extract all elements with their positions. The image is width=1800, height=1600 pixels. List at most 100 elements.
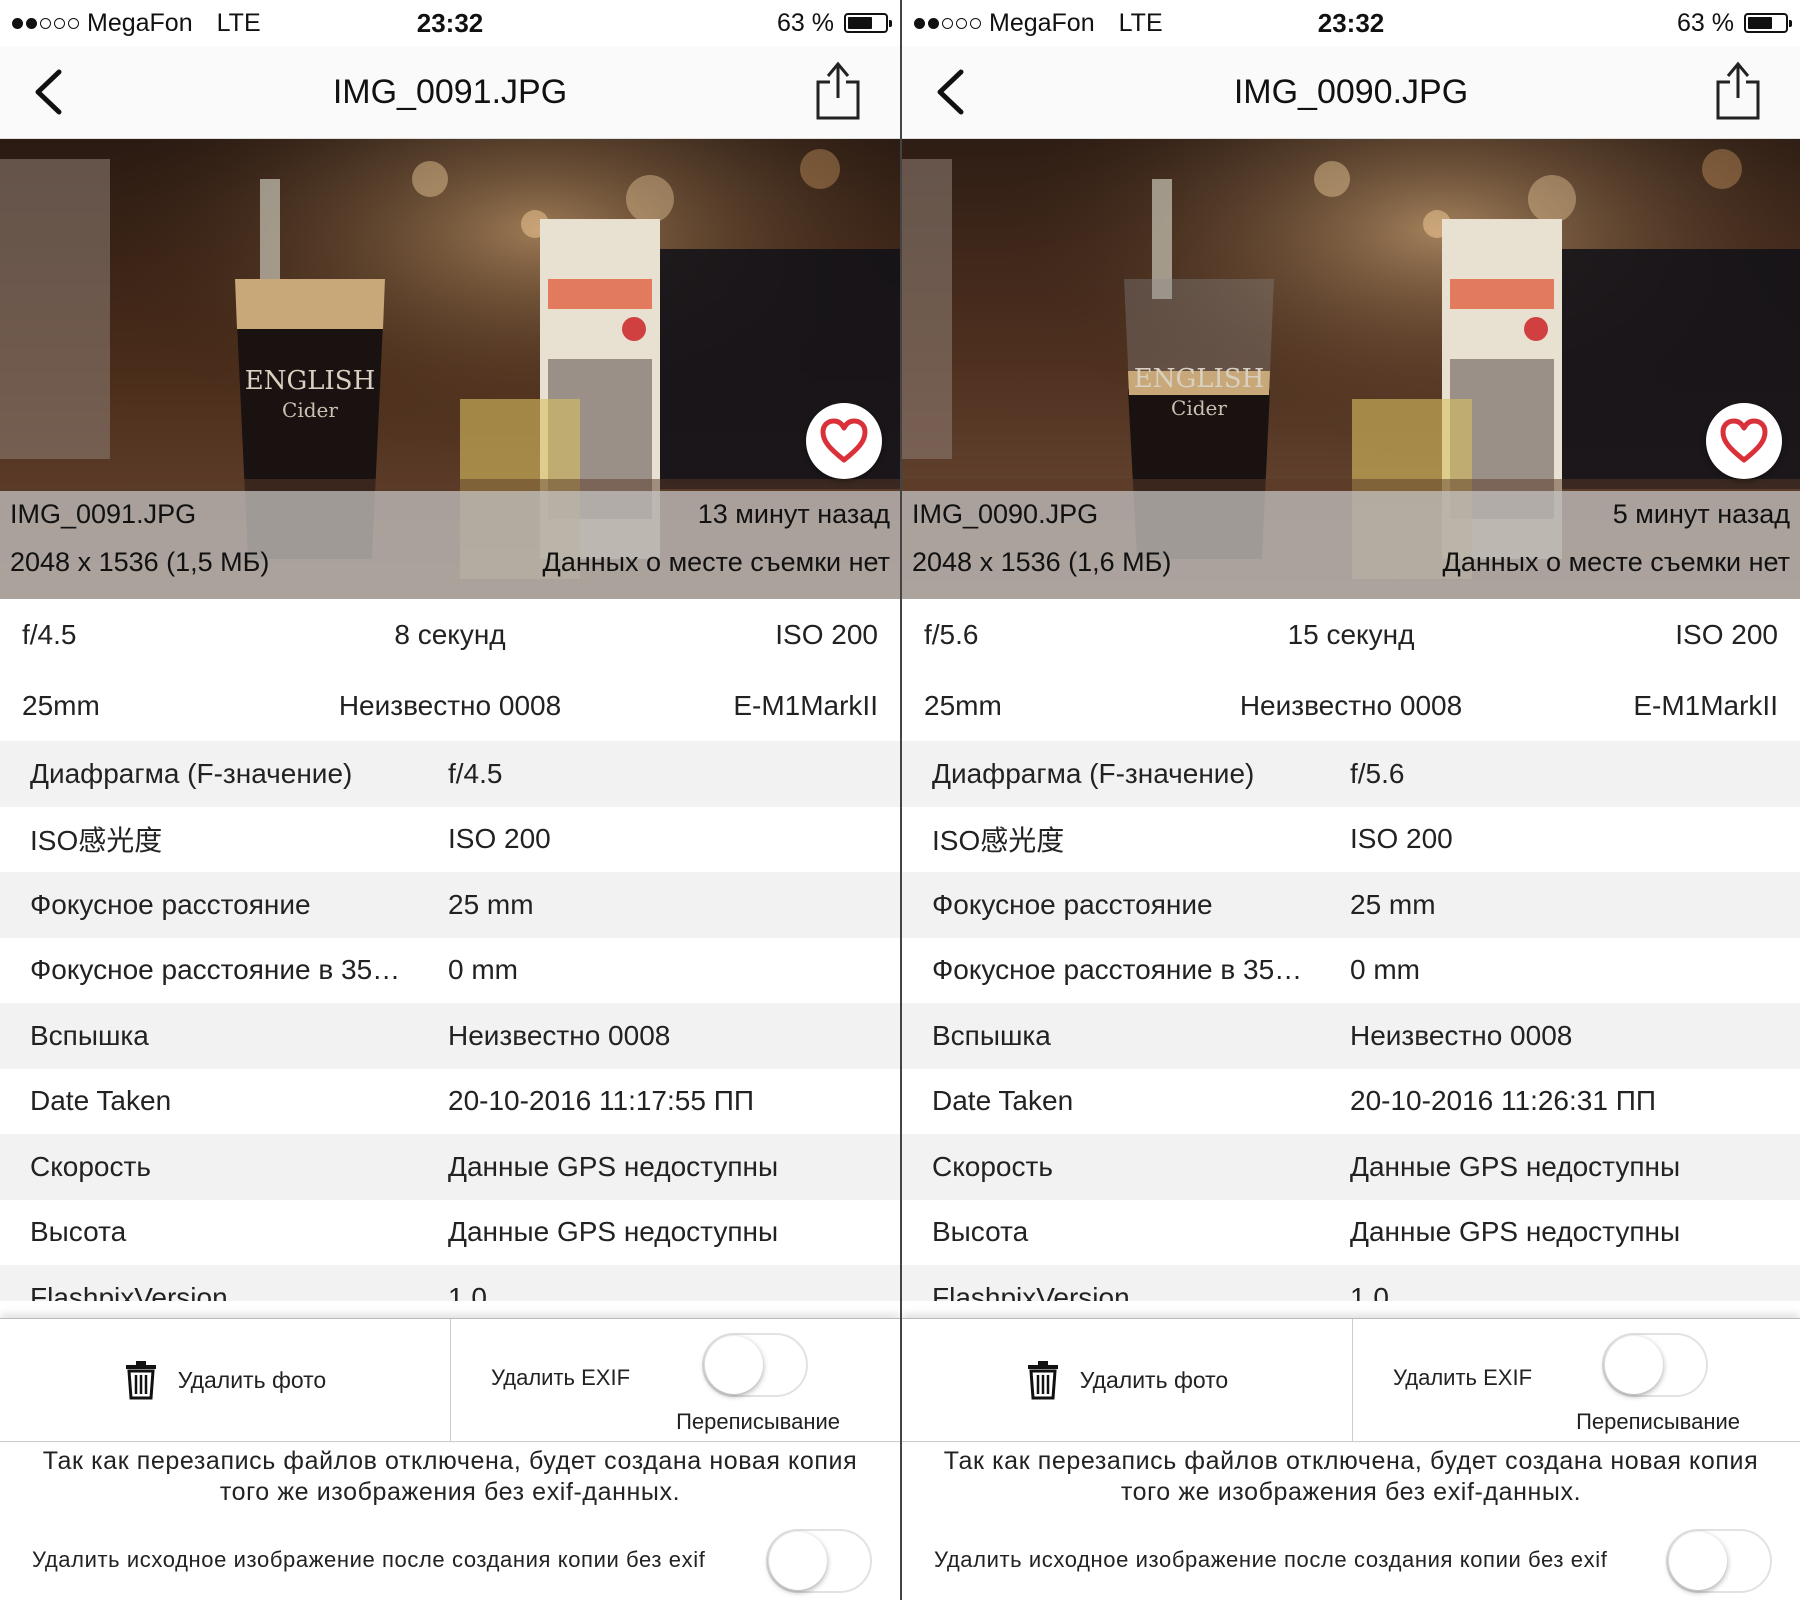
delete-original-toggle[interactable] (1666, 1529, 1772, 1593)
delete-photo-button[interactable]: Удалить фото (0, 1319, 451, 1441)
nav-title: IMG_0091.JPG (332, 72, 568, 111)
signal-strength-icon (12, 17, 79, 29)
summary-iso: ISO 200 (1675, 619, 1778, 650)
photo-file-name: IMG_0091.JPG (10, 499, 197, 529)
exif-value: 20-10-2016 11:26:31 ПП (1350, 1085, 1656, 1117)
battery-icon (1744, 13, 1792, 33)
exif-table[interactable]: Диафрагма (F-значение) f/5.6 ISO感光度 ISO 20… (902, 741, 1800, 1301)
favorite-button[interactable] (806, 403, 882, 479)
exif-row-flash: Вспышка Неизвестно 0008 (0, 1003, 900, 1069)
navigation-bar: IMG_0090.JPG (902, 46, 1800, 139)
battery-icon (844, 13, 892, 33)
delete-exif-section: Удалить EXIF Переписывание (451, 1319, 900, 1441)
exif-key: Фокусное расстояние (932, 888, 1213, 920)
heart-icon (820, 418, 868, 463)
exif-row-altitude: Высота Данные GPS недоступны (0, 1199, 900, 1265)
exif-row-speed: Скорость Данные GPS недоступны (902, 1134, 1800, 1200)
exif-row-altitude: Высота Данные GPS недоступны (902, 1199, 1800, 1265)
summary-exposure: 8 секунд (394, 619, 506, 650)
action-bar: Удалить фото Удалить EXIF Переписывание (902, 1318, 1800, 1442)
status-bar: MegaFon LTE 23:32 63 % (902, 0, 1800, 46)
rewrite-toggle[interactable] (702, 1333, 808, 1397)
back-button[interactable] (924, 66, 976, 118)
photo-info-overlay: IMG_0090.JPG 5 минут назад 2048 x 1536 (… (902, 491, 1800, 599)
summary-flash: Неизвестно 0008 (1239, 690, 1463, 721)
exif-key: ISO感光度 (30, 825, 163, 857)
exif-row-iso: ISO感光度 ISO 200 (902, 806, 1800, 872)
rewrite-label: Переписывание (1576, 1409, 1740, 1434)
exif-value: 1.0 (448, 1281, 487, 1301)
carrier-name: MegaFon (87, 8, 193, 37)
phone-screen-right: MegaFon LTE 23:32 63 % IMG_0090.JPG ENGL… (900, 0, 1800, 1600)
exif-value: 0 mm (448, 954, 518, 986)
exif-key: Скорость (30, 1150, 151, 1182)
delete-exif-button[interactable]: Удалить EXIF (1393, 1365, 1532, 1391)
exif-key: Высота (932, 1216, 1029, 1248)
exif-row-focal-length-35mm: Фокусное расстояние в 35 м... 0 mm (0, 937, 900, 1003)
action-bar: Удалить фото Удалить EXIF Переписывание (0, 1318, 900, 1442)
photo-location: Данных о месте съемки нет (542, 547, 890, 577)
svg-text:Cider: Cider (1171, 396, 1227, 420)
delete-photo-button[interactable]: Удалить фото (902, 1319, 1353, 1441)
exif-key: Высота (30, 1216, 127, 1248)
exif-value: ISO 200 (448, 823, 551, 855)
info-text: Так как перезапись файлов отключена, буд… (42, 1447, 858, 1506)
exif-key: Диафрагма (F-значение) (30, 757, 353, 789)
delete-original-toggle[interactable] (766, 1529, 872, 1593)
exif-value: 1.0 (1350, 1281, 1389, 1301)
exif-value: 20-10-2016 11:17:55 ПП (448, 1085, 754, 1117)
exif-table[interactable]: Диафрагма (F-значение) f/4.5 ISO感光度 ISO 20… (0, 741, 900, 1301)
summary-camera: E-M1MarkII (1633, 690, 1778, 721)
exif-value: Неизвестно 0008 (1350, 1019, 1573, 1051)
exif-row-flash: Вспышка Неизвестно 0008 (902, 1003, 1800, 1069)
exif-key: Фокусное расстояние в 35 м... (30, 954, 418, 986)
navigation-bar: IMG_0091.JPG (0, 46, 900, 139)
exif-value: Данные GPS недоступны (1350, 1150, 1681, 1182)
exif-value: Данные GPS недоступны (448, 1150, 779, 1182)
exif-value: f/4.5 (448, 757, 503, 789)
summary-focal-length: 25mm (22, 690, 100, 721)
exif-value: Данные GPS недоступны (448, 1216, 779, 1248)
exif-row-aperture: Диафрагма (F-значение) f/4.5 (0, 741, 900, 807)
favorite-button[interactable] (1706, 403, 1782, 479)
summary-iso: ISO 200 (775, 619, 878, 650)
exif-key: Фокусное расстояние в 35 м... (932, 954, 1320, 986)
summary-flash: Неизвестно 0008 (338, 690, 562, 721)
exif-key: Вспышка (932, 1019, 1051, 1051)
battery-percent: 63 % (1677, 8, 1734, 37)
delete-photo-label: Удалить фото (177, 1366, 327, 1393)
heart-icon (1720, 418, 1768, 463)
exif-row-aperture: Диафрагма (F-значение) f/5.6 (902, 741, 1800, 807)
exif-row-iso: ISO感光度 ISO 200 (0, 806, 900, 872)
delete-original-label: Удалить исходное изображение после созда… (934, 1547, 1608, 1572)
exif-key: FlashpixVersion (932, 1281, 1130, 1301)
exif-row-flashpix-version: FlashpixVersion 1.0 (0, 1265, 900, 1301)
exif-value: 0 mm (1350, 954, 1420, 986)
delete-original-row: Удалить исходное изображение после созда… (902, 1525, 1800, 1595)
photo-preview[interactable]: ENGLISH Cider IMG_0090.JPG 5 минут назад… (902, 139, 1800, 599)
battery-percent: 63 % (777, 8, 834, 37)
back-button[interactable] (22, 66, 74, 118)
chevron-left-icon (35, 69, 62, 115)
photo-file-name: IMG_0090.JPG (912, 499, 1099, 529)
exif-key: Date Taken (932, 1085, 1074, 1117)
exif-key: ISO感光度 (932, 825, 1065, 857)
photo-info-overlay: IMG_0091.JPG 13 минут назад 2048 x 1536 … (0, 491, 900, 599)
delete-exif-button[interactable]: Удалить EXIF (491, 1365, 630, 1391)
exif-summary: f/5.6 15 секунд ISO 200 25mm Неизвестно … (902, 599, 1800, 741)
photo-time-ago: 5 минут назад (1612, 499, 1790, 529)
exif-key: Диафрагма (F-значение) (932, 757, 1255, 789)
share-button[interactable] (1712, 60, 1764, 122)
share-button[interactable] (812, 60, 864, 122)
nav-title: IMG_0090.JPG (1233, 72, 1469, 111)
carrier-name: MegaFon (989, 8, 1095, 37)
photo-dimensions: 2048 x 1536 (1,6 МБ) (912, 547, 1172, 577)
photo-preview[interactable]: ENGLISH Cider IMG_0091.JPG 13 минут наза… (0, 139, 900, 599)
photo-dimensions: 2048 x 1536 (1,5 МБ) (10, 547, 270, 577)
summary-exposure: 15 секунд (1287, 619, 1415, 650)
exif-value: f/5.6 (1350, 757, 1405, 789)
rewrite-toggle[interactable] (1602, 1333, 1708, 1397)
summary-focal-length: 25mm (924, 690, 1002, 721)
exif-key: Date Taken (30, 1085, 172, 1117)
photo-time-ago: 13 минут назад (697, 499, 890, 529)
